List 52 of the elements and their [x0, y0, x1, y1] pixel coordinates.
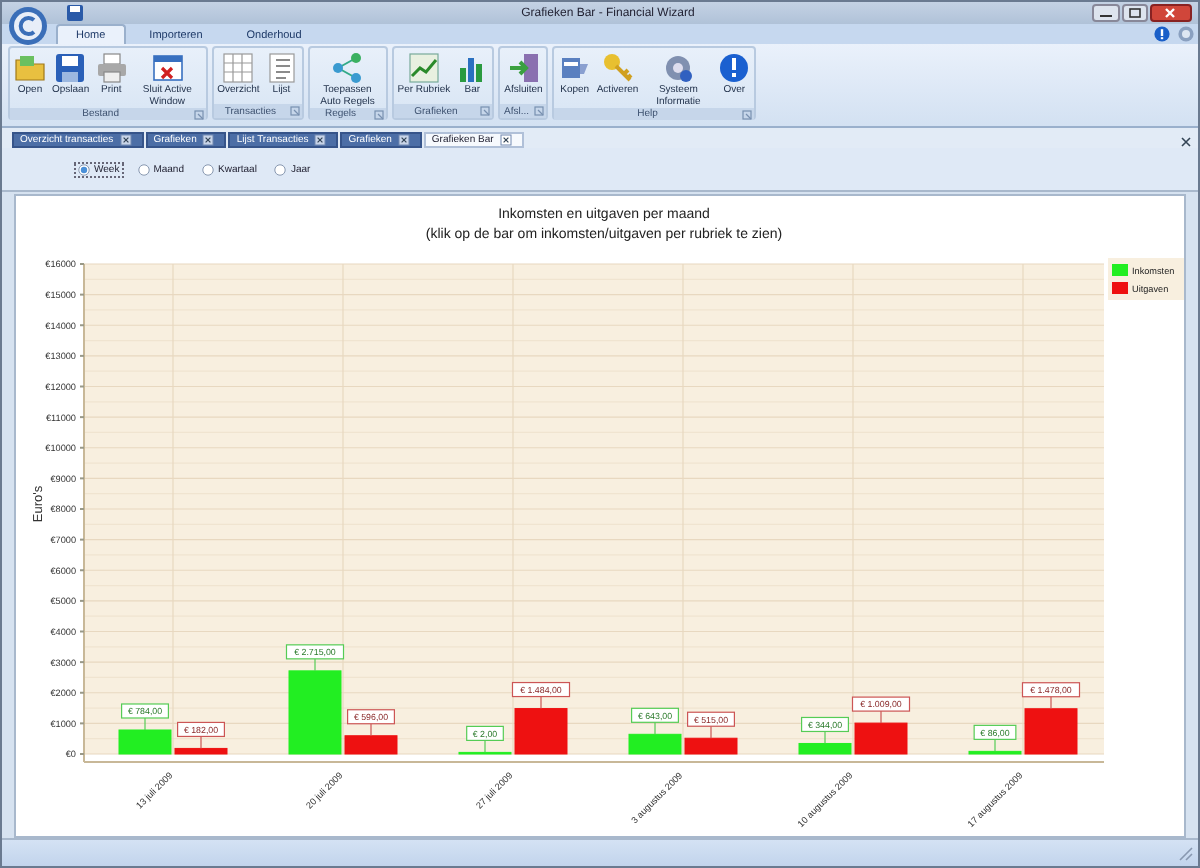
globe-icon[interactable]	[1178, 26, 1194, 42]
resize-grip-icon	[1178, 846, 1194, 862]
folder-icon	[14, 52, 46, 84]
leader-line	[824, 730, 826, 745]
radio-button[interactable]	[274, 163, 287, 175]
leader-line	[710, 725, 712, 739]
info-icon	[718, 52, 751, 84]
close-button[interactable]	[1150, 3, 1192, 21]
close-icon[interactable]	[499, 134, 512, 146]
leader-line	[200, 735, 202, 750]
close-icon[interactable]	[119, 134, 132, 146]
radio-button[interactable]	[78, 163, 90, 175]
maximize-button[interactable]	[1122, 3, 1148, 21]
bar[interactable]	[344, 735, 398, 755]
close-icon[interactable]	[1180, 136, 1192, 148]
bar[interactable]	[174, 747, 228, 755]
close-icon[interactable]	[397, 134, 410, 146]
bar[interactable]	[1024, 708, 1078, 755]
launcher-icon[interactable]	[193, 109, 204, 120]
close-icon[interactable]	[314, 134, 327, 146]
info-icon[interactable]	[1154, 26, 1170, 42]
launcher-icon[interactable]	[534, 106, 545, 116]
grid-icon	[222, 52, 255, 84]
launcher-icon[interactable]	[289, 106, 300, 116]
exit-icon	[507, 52, 540, 84]
leader-line	[314, 658, 316, 672]
radio-button[interactable]	[202, 163, 214, 175]
key-icon	[601, 52, 634, 84]
leader-line	[654, 721, 656, 735]
leader-line	[370, 723, 372, 737]
leader-line	[144, 717, 146, 731]
box-icon	[558, 52, 591, 84]
printer-icon	[95, 52, 128, 84]
line-chart-icon	[407, 52, 440, 84]
bar[interactable]	[854, 722, 908, 755]
list-icon	[265, 52, 298, 84]
leader-line	[880, 710, 882, 724]
leader-line	[540, 695, 542, 710]
gear-icon	[662, 52, 695, 84]
close-icon[interactable]	[202, 134, 215, 146]
leader-line	[484, 739, 486, 753]
radio-button[interactable]	[137, 163, 150, 175]
close-window-icon	[151, 52, 184, 84]
leader-line	[1050, 696, 1052, 710]
bar[interactable]	[684, 737, 738, 755]
leader-line	[994, 738, 996, 752]
nodes-icon	[331, 52, 364, 84]
bar[interactable]	[514, 708, 568, 755]
launcher-icon[interactable]	[742, 109, 753, 120]
minimize-button[interactable]	[1092, 3, 1120, 21]
launcher-icon[interactable]	[480, 106, 491, 116]
launcher-icon[interactable]	[373, 109, 384, 120]
